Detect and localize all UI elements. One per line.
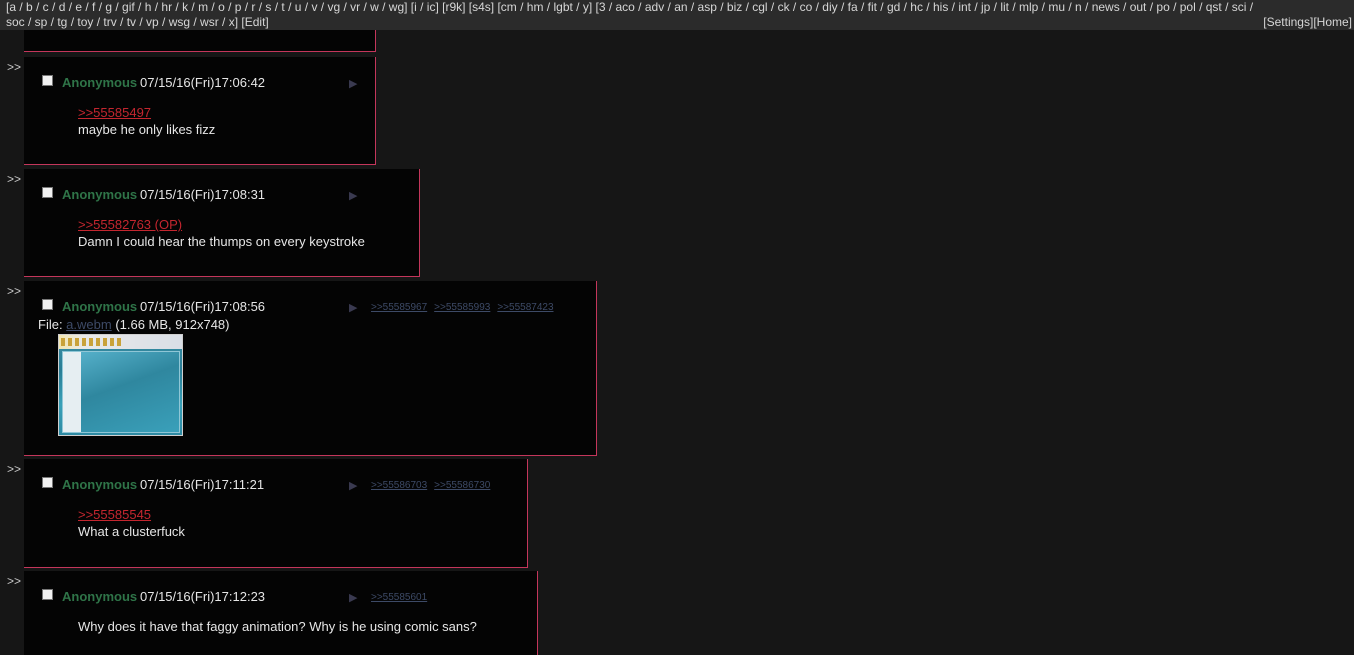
- thumbnail-toolbar: [59, 335, 182, 349]
- thumbnail-toolbar-icons: [61, 338, 121, 346]
- file-link[interactable]: a.webm: [66, 317, 112, 332]
- post-menu-arrow-icon[interactable]: ▶: [349, 479, 357, 492]
- post-message: maybe he only likes fizz: [78, 122, 216, 137]
- backlink[interactable]: >>55585601: [371, 592, 427, 603]
- poster-name: Anonymous: [62, 75, 138, 90]
- post-side-marker: >>: [7, 284, 22, 298]
- post-menu-arrow-icon[interactable]: ▶: [349, 591, 357, 604]
- file-meta: (1.66 MB, 912x748): [111, 317, 230, 332]
- backlinks: >>55585967 >>55585993 >>55587423: [371, 302, 561, 313]
- post-side-marker: >>: [7, 172, 22, 186]
- quote-link[interactable]: >>55585545: [78, 507, 151, 522]
- backlinks: >>55585601: [371, 592, 434, 603]
- post-select-checkbox[interactable]: [42, 299, 53, 310]
- post-message: What a clusterfuck: [78, 524, 185, 539]
- reply-post: Anonymous 07/15/16(Fri)17:08:31 ▶ >>5558…: [24, 169, 420, 277]
- file-label: File:: [38, 317, 67, 332]
- file-info: File: a.webm (1.66 MB, 912x748): [38, 317, 230, 332]
- post-message: Why does it have that faggy animation? W…: [78, 619, 477, 634]
- thumbnail-sidebar: [63, 352, 81, 432]
- backlink[interactable]: >>55585967: [371, 302, 427, 313]
- reply-post: Anonymous 07/15/16(Fri)17:11:21 ▶ >>5558…: [24, 459, 528, 568]
- post-select-checkbox[interactable]: [42, 589, 53, 600]
- backlink[interactable]: >>55585993: [434, 302, 490, 313]
- post-datetime: 07/15/16(Fri)17:08:56: [140, 299, 266, 314]
- previous-post-tail: [24, 30, 376, 52]
- post-datetime: 07/15/16(Fri)17:12:23: [140, 589, 266, 604]
- post-side-marker: >>: [7, 462, 22, 476]
- post-datetime: 07/15/16(Fri)17:06:42: [140, 75, 266, 90]
- post-select-checkbox[interactable]: [42, 75, 53, 86]
- thumbnail-window: [62, 351, 180, 433]
- post-datetime: 07/15/16(Fri)17:11:21: [140, 477, 265, 492]
- post-menu-arrow-icon[interactable]: ▶: [349, 301, 357, 314]
- poster-name: Anonymous: [62, 299, 138, 314]
- poster-name: Anonymous: [62, 589, 138, 604]
- file-thumbnail[interactable]: [58, 334, 183, 436]
- post-menu-arrow-icon[interactable]: ▶: [349, 189, 357, 202]
- post-select-checkbox[interactable]: [42, 477, 53, 488]
- backlink[interactable]: >>55587423: [497, 302, 553, 313]
- reply-post: Anonymous 07/15/16(Fri)17:06:42 ▶ >>5558…: [24, 57, 376, 165]
- backlink[interactable]: >>55586730: [434, 480, 490, 491]
- poster-name: Anonymous: [62, 187, 138, 202]
- reply-post: Anonymous 07/15/16(Fri)17:12:23 ▶ >>5558…: [24, 571, 538, 655]
- settings-link[interactable]: [Settings]: [1263, 15, 1313, 29]
- home-link[interactable]: [Home]: [1313, 15, 1352, 29]
- quote-link-op[interactable]: >>55582763 (OP): [78, 217, 182, 232]
- quote-link[interactable]: >>55585497: [78, 105, 151, 120]
- backlinks: >>55586703 >>55586730: [371, 480, 497, 491]
- board-list-line-1[interactable]: [a / b / c / d / e / f / g / gif / h / h…: [6, 0, 1253, 15]
- reply-post-with-file: Anonymous 07/15/16(Fri)17:08:56 ▶ >>5558…: [24, 281, 597, 456]
- board-nav-bar: [a / b / c / d / e / f / g / gif / h / h…: [0, 0, 1354, 30]
- post-side-marker: >>: [7, 60, 22, 74]
- post-side-marker: >>: [7, 574, 22, 588]
- post-menu-arrow-icon[interactable]: ▶: [349, 77, 357, 90]
- board-list-line-2[interactable]: soc / sp / tg / toy / trv / tv / vp / ws…: [6, 15, 269, 30]
- backlink[interactable]: >>55586703: [371, 480, 427, 491]
- post-select-checkbox[interactable]: [42, 187, 53, 198]
- post-message: Damn I could hear the thumps on every ke…: [78, 234, 365, 249]
- poster-name: Anonymous: [62, 477, 138, 492]
- post-datetime: 07/15/16(Fri)17:08:31: [140, 187, 266, 202]
- nav-right-links: [Settings][Home]: [1263, 15, 1352, 30]
